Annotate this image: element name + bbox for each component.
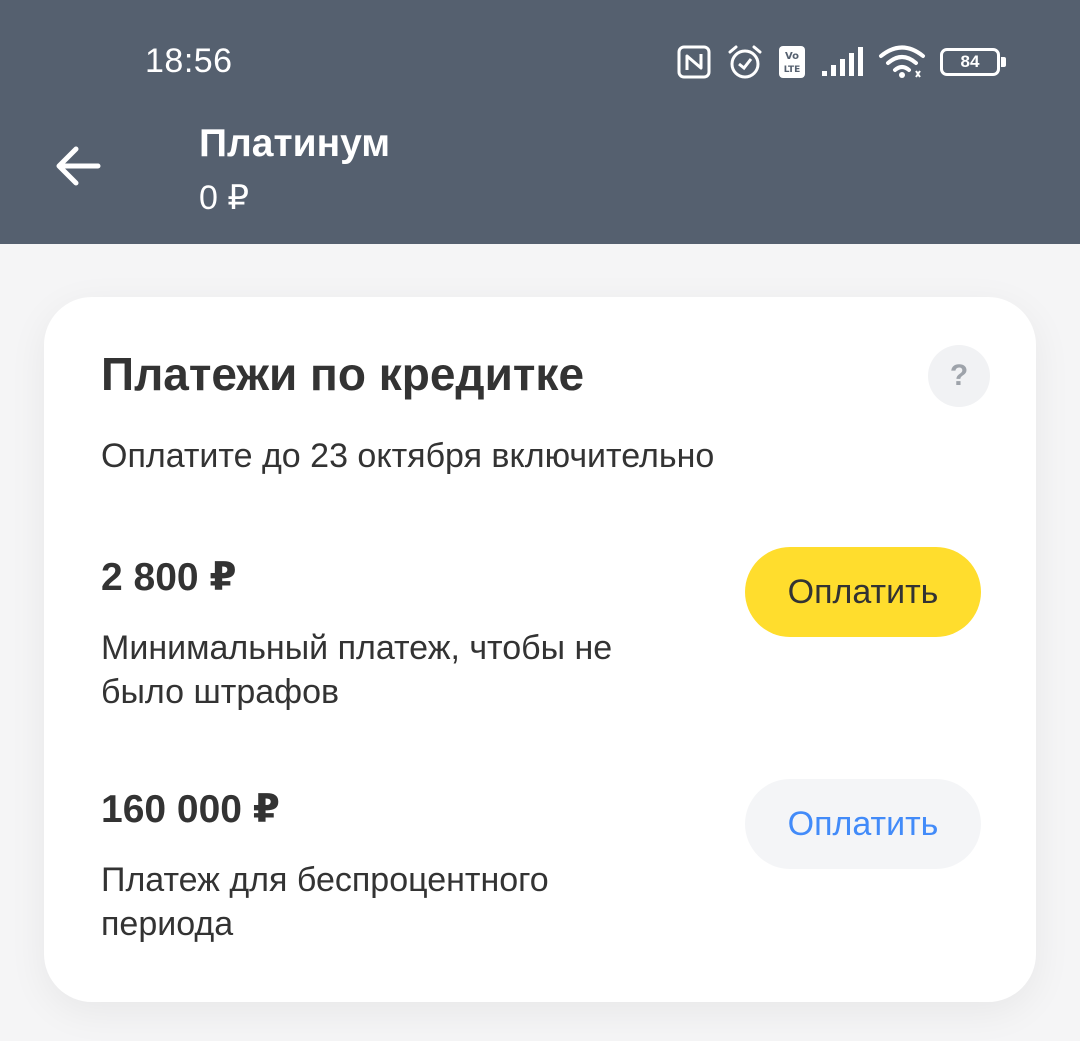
app-header: 18:56 Vo LTE 84 Платинум 0 ₽ xyxy=(0,0,1080,244)
status-icons: Vo LTE 84 xyxy=(676,40,1006,84)
account-title: Платинум xyxy=(199,122,391,165)
svg-text:LTE: LTE xyxy=(784,65,801,75)
back-button[interactable] xyxy=(48,136,108,196)
card-title: Платежи по кредитке xyxy=(101,348,585,400)
nfc-icon xyxy=(677,45,711,79)
battery-icon: 84 xyxy=(940,48,1006,76)
pay-minimum-button[interactable]: Оплатить xyxy=(745,547,981,637)
alarm-icon xyxy=(728,45,762,79)
due-date-text: Оплатите до 23 октября включительно xyxy=(101,437,715,475)
help-button[interactable]: ? xyxy=(928,345,990,407)
credit-payments-card: Платежи по кредитке ? Оплатите до 23 окт… xyxy=(44,297,1036,1002)
arrow-left-icon xyxy=(56,146,101,186)
svg-text:Vo: Vo xyxy=(785,51,799,62)
grace-payment-row: 160 000 ₽ Платеж для беспроцентного пери… xyxy=(101,779,981,946)
volte-icon: Vo LTE xyxy=(779,46,805,78)
status-time: 18:56 xyxy=(145,42,233,80)
battery-level: 84 xyxy=(940,48,1000,76)
signal-icon xyxy=(822,47,863,76)
minimum-payment-row: 2 800 ₽ Минимальный платеж, чтобы не был… xyxy=(101,547,981,714)
question-icon: ? xyxy=(949,359,969,392)
wifi-icon xyxy=(879,45,925,78)
title-block: Платинум 0 ₽ xyxy=(199,122,390,218)
account-balance: 0 ₽ xyxy=(199,179,249,217)
minimum-payment-description: Минимальный платеж, чтобы не было штрафо… xyxy=(101,629,613,711)
pay-grace-button[interactable]: Оплатить xyxy=(745,779,981,869)
grace-payment-description: Платеж для беспроцентного периода xyxy=(101,861,549,943)
